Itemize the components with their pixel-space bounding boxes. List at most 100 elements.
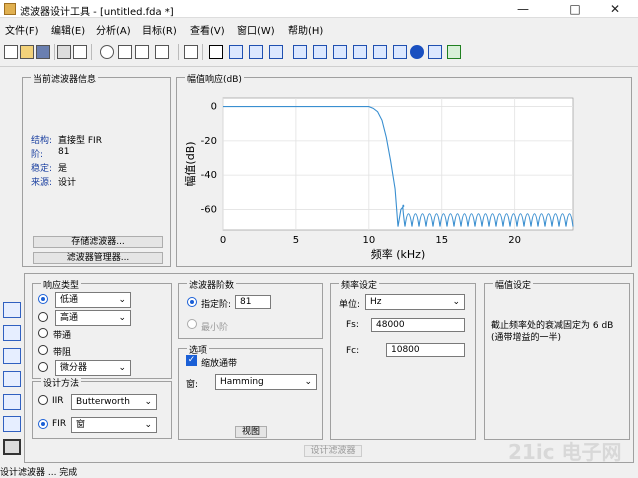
open-icon[interactable] (20, 45, 34, 59)
menu-window[interactable]: 窗口(W) (237, 22, 275, 37)
filter-order-label: 滤波器阶数 (187, 278, 237, 291)
new-icon[interactable] (4, 45, 18, 59)
new-window-icon[interactable] (184, 45, 198, 59)
design-mode-icon[interactable] (3, 439, 21, 455)
step-response-icon[interactable] (353, 45, 367, 59)
differentiator-radio[interactable] (38, 362, 48, 372)
design-filter-icon[interactable] (3, 302, 21, 318)
lowpass-select[interactable]: 低通 ⌄ (55, 292, 131, 308)
save-icon[interactable] (36, 45, 50, 59)
response-type-label: 响应类型 (41, 278, 82, 291)
menu-help[interactable]: 帮助(H) (288, 22, 323, 37)
magnitude-chart[interactable]: 0 5 10 15 20 0 -20 -40 -60 频率 (kHz) 幅值(dB) (177, 78, 631, 266)
mag-phase-icon[interactable] (269, 45, 283, 59)
menu-edit[interactable]: 编辑(E) (51, 22, 85, 37)
window-label: 窗: (186, 380, 199, 390)
lowpass-radio[interactable] (38, 294, 48, 304)
frequency-specs-panel: 频率设定 单位: Hz ⌄ Fs: 48000 Fc: 10800 (330, 278, 476, 440)
close-button[interactable]: ✕ (592, 0, 638, 18)
x-axis-label: 频率 (kHz) (371, 247, 426, 261)
view-button[interactable]: 视图 (235, 426, 267, 438)
chevron-down-icon: ⌄ (304, 377, 312, 387)
toolbar-separator (178, 44, 179, 60)
toolbar-separator (202, 44, 203, 60)
y-axis-label: 幅值(dB) (184, 141, 197, 186)
design-method-label: 设计方法 (41, 376, 82, 389)
filter-manager-button[interactable]: 滤波器管理器... (33, 252, 163, 264)
order-value: 81 (58, 147, 70, 157)
x-tick-label: 0 (220, 235, 226, 246)
magnitude-specs-panel: 幅值设定 截止频率处的衰减固定为 6 dB (通带增益的一半) (484, 278, 630, 440)
info-icon[interactable] (410, 45, 424, 59)
frequency-specs-label: 频率设定 (339, 278, 380, 291)
specify-order-radio[interactable] (187, 297, 197, 307)
group-delay-icon[interactable] (293, 45, 307, 59)
current-filter-info-label: 当前滤波器信息 (31, 72, 99, 85)
iir-method-select[interactable]: Butterworth ⌄ (71, 394, 157, 410)
pole-zero-icon[interactable] (373, 45, 387, 59)
fir-method-select[interactable]: 窗 ⌄ (71, 417, 157, 433)
fs-input[interactable]: 48000 (371, 318, 465, 332)
bandstop-radio[interactable] (38, 345, 48, 355)
magnitude-description: 截止频率处的衰减固定为 6 dB (通带增益的一半) (491, 321, 614, 343)
differentiator-select[interactable]: 微分器 ⌄ (55, 360, 131, 376)
plot-area (222, 97, 574, 231)
zoom-in-icon[interactable] (100, 45, 114, 59)
specify-order-label: 指定阶: (201, 300, 232, 310)
store-filter-button[interactable]: 存储滤波器... (33, 236, 163, 248)
highpass-select[interactable]: 高通 ⌄ (55, 310, 131, 326)
zoom-x-icon[interactable] (118, 45, 132, 59)
bandpass-radio[interactable] (38, 328, 48, 338)
fir-radio[interactable] (38, 419, 48, 429)
fc-label: Fc: (346, 346, 360, 356)
highpass-radio[interactable] (38, 312, 48, 322)
zoom-y-icon[interactable] (135, 45, 149, 59)
x-tick-label: 20 (508, 235, 521, 246)
print-icon[interactable] (57, 45, 71, 59)
magnitude-response-panel: 幅值响应(dB) 0 5 10 15 20 0 -20 -40 -60 频率 (kHz) 幅值(dB… (176, 72, 632, 267)
transform-filter-icon[interactable] (3, 325, 21, 341)
print-preview-icon[interactable] (73, 45, 87, 59)
options-panel: 选项 ✓ 缩放通带 窗: Hamming ⌄ 视图 (178, 343, 323, 440)
impulse-response-icon[interactable] (333, 45, 347, 59)
scale-passband-label: 缩放通带 (201, 359, 238, 369)
title-bar: 滤波器设计工具 - [untitled.fda *] — □ ✕ (0, 0, 638, 18)
pole-zero-editor-icon[interactable] (3, 371, 21, 387)
menu-view[interactable]: 查看(V) (190, 22, 225, 37)
scale-passband-checkbox[interactable]: ✓ (186, 355, 197, 366)
import-filter-icon[interactable] (3, 416, 21, 432)
phase-delay-icon[interactable] (313, 45, 327, 59)
menu-analysis[interactable]: 分析(A) (96, 22, 131, 37)
window-select[interactable]: Hamming ⌄ (215, 374, 317, 390)
toolbar-separator (91, 44, 92, 60)
structure-key: 结构: (31, 136, 53, 146)
chevron-down-icon: ⌄ (118, 295, 126, 305)
minimum-order-radio[interactable] (187, 319, 197, 329)
order-input[interactable]: 81 (235, 295, 271, 309)
realize-model-icon[interactable] (3, 348, 21, 364)
menu-target[interactable]: 目标(R) (142, 22, 177, 37)
round-off-noise-icon[interactable] (447, 45, 461, 59)
x-tick-label: 15 (435, 235, 448, 246)
y-tick-label: -40 (201, 170, 217, 181)
iir-radio[interactable] (38, 395, 48, 405)
chevron-down-icon: ⌄ (144, 420, 152, 430)
status-text: 设计滤波器 ... 完成 (0, 468, 78, 478)
minimize-button[interactable]: — (500, 0, 546, 18)
y-tick-label: -60 (201, 204, 217, 215)
design-filter-button[interactable]: 设计滤波器 (304, 445, 362, 457)
magnitude-response-icon[interactable] (229, 45, 243, 59)
full-view-icon[interactable] (155, 45, 169, 59)
units-select[interactable]: Hz ⌄ (365, 294, 465, 310)
quantization-icon[interactable] (3, 394, 21, 410)
order-key: 阶: (31, 150, 44, 160)
coefficients-icon[interactable] (393, 45, 407, 59)
menu-file[interactable]: 文件(F) (5, 22, 39, 37)
phase-response-icon[interactable] (249, 45, 263, 59)
chevron-down-icon: ⌄ (144, 397, 152, 407)
current-filter-info-panel: 当前滤波器信息 结构: 直接型 FIR 阶: 81 稳定: 是 来源: 设计 存… (22, 72, 171, 267)
cost-icon[interactable] (428, 45, 442, 59)
filter-specs-icon[interactable] (209, 45, 223, 59)
fc-input[interactable]: 10800 (386, 343, 465, 357)
toolbar (0, 37, 638, 67)
